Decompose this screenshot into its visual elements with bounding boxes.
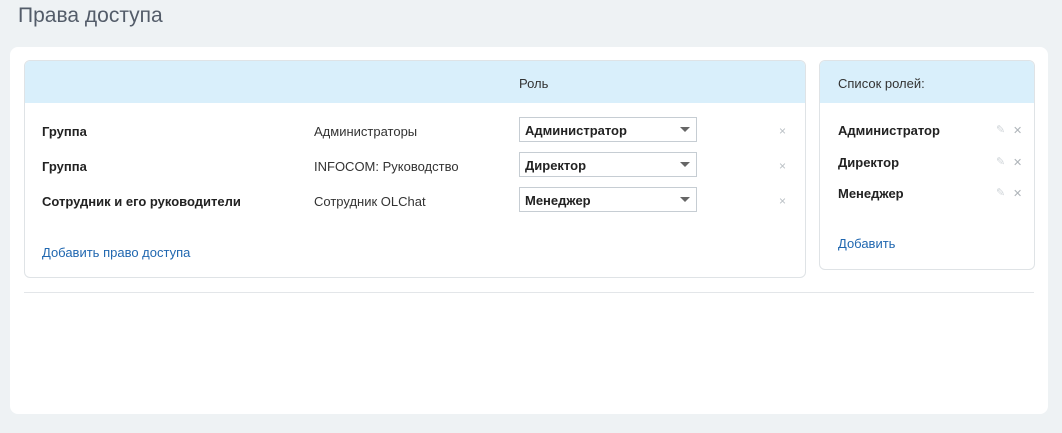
role-list-item: Администратор ✎ ✕ xyxy=(820,121,1034,141)
role-select[interactable]: Администратор xyxy=(519,117,697,142)
access-table-header: Роль xyxy=(25,61,805,103)
page-title: Права доступа xyxy=(18,4,163,27)
close-icon[interactable]: ✕ xyxy=(1013,124,1022,137)
close-icon[interactable]: × xyxy=(779,195,786,207)
close-icon[interactable]: ✕ xyxy=(1013,187,1022,200)
access-row-subject: INFOCOM: Руководство xyxy=(314,159,459,174)
close-icon[interactable]: × xyxy=(779,160,786,172)
access-row-subject: Сотрудник OLChat xyxy=(314,194,426,209)
role-select-value: Менеджер xyxy=(525,193,591,208)
role-select-value: Администратор xyxy=(525,123,627,138)
divider xyxy=(24,292,1034,293)
pencil-icon[interactable]: ✎ xyxy=(996,186,1005,199)
role-select[interactable]: Менеджер xyxy=(519,187,697,212)
close-icon[interactable]: ✕ xyxy=(1013,156,1022,169)
access-row-type: Группа xyxy=(42,124,87,139)
role-name: Директор xyxy=(838,155,900,170)
close-icon[interactable]: × xyxy=(779,125,786,137)
role-select[interactable]: Директор xyxy=(519,152,697,177)
roles-list-panel: Список ролей: Администратор ✎ ✕ Директор… xyxy=(819,60,1035,270)
role-list-item: Менеджер ✎ ✕ xyxy=(820,184,1034,204)
role-name: Администратор xyxy=(838,123,940,138)
chevron-down-icon xyxy=(680,127,690,132)
add-access-right-link[interactable]: Добавить право доступа xyxy=(42,245,190,260)
roles-list-header: Список ролей: xyxy=(820,61,1034,103)
role-select-value: Директор xyxy=(525,158,587,173)
access-rights-panel: Роль Группа Администраторы Администратор… xyxy=(24,60,806,278)
pencil-icon[interactable]: ✎ xyxy=(996,155,1005,168)
chevron-down-icon xyxy=(680,162,690,167)
roles-list-title: Список ролей: xyxy=(838,76,925,91)
access-row: Сотрудник и его руководители Сотрудник O… xyxy=(25,187,805,215)
role-column-header: Роль xyxy=(519,76,549,91)
access-row-type: Группа xyxy=(42,159,87,174)
chevron-down-icon xyxy=(680,197,690,202)
access-row-subject: Администраторы xyxy=(314,124,418,139)
access-row: Группа INFOCOM: Руководство Директор × xyxy=(25,152,805,180)
role-name: Менеджер xyxy=(838,186,904,201)
pencil-icon[interactable]: ✎ xyxy=(996,123,1005,136)
access-row: Группа Администраторы Администратор × xyxy=(25,117,805,145)
workarea: Роль Группа Администраторы Администратор… xyxy=(10,47,1048,414)
access-row-type: Сотрудник и его руководители xyxy=(42,194,241,209)
add-role-link[interactable]: Добавить xyxy=(838,236,895,251)
role-list-item: Директор ✎ ✕ xyxy=(820,153,1034,173)
